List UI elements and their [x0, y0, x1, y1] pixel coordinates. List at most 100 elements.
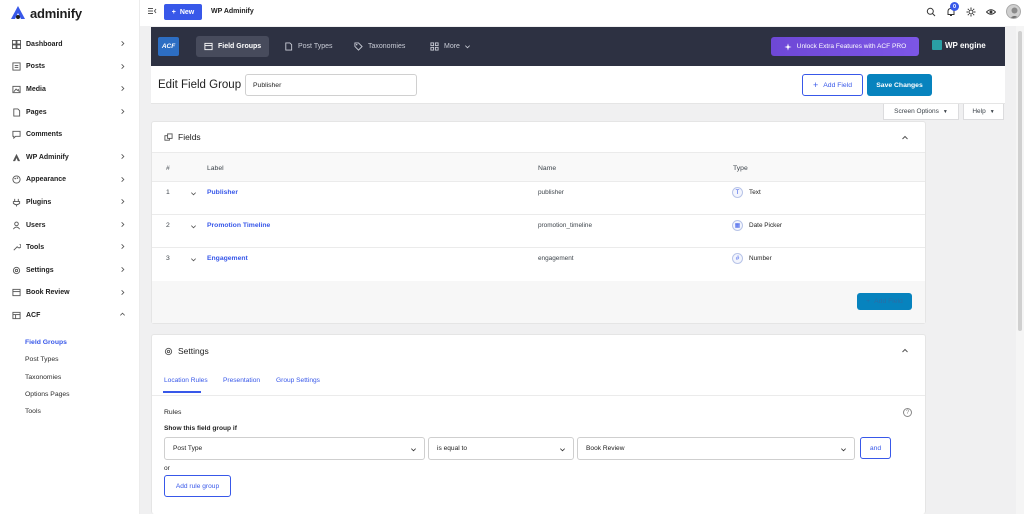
- sidebar-item-dashboard[interactable]: Dashboard: [0, 33, 140, 56]
- page-scrollbar[interactable]: [1016, 26, 1024, 514]
- rule-operator-select[interactable]: is equal to: [428, 437, 574, 460]
- tab-more[interactable]: More: [422, 36, 479, 57]
- field-name: promotion_timeline: [538, 222, 592, 229]
- grid-icon: [430, 42, 439, 51]
- sidebar-item-comments[interactable]: Comments: [0, 123, 140, 146]
- and-button[interactable]: and: [860, 437, 891, 459]
- submenu-item-field-groups[interactable]: Field Groups: [25, 334, 70, 351]
- tab-presentation[interactable]: Presentation: [223, 377, 260, 384]
- chevron-right-icon: [121, 153, 125, 159]
- chevron-right-icon: [121, 41, 125, 46]
- appearance-icon: [12, 175, 21, 184]
- caret-down-icon: ▼: [989, 108, 995, 115]
- chevron-down-icon[interactable]: [190, 256, 197, 263]
- scrollbar-thumb[interactable]: [1018, 31, 1022, 331]
- brand-logo[interactable]: adminify: [10, 4, 82, 22]
- wpengine-text: WP engine: [945, 40, 986, 50]
- help-button[interactable]: Help ▼: [963, 104, 1004, 120]
- dashboard-icon: [12, 39, 21, 49]
- chevron-down-icon: [560, 448, 565, 452]
- column-header-type: Type: [733, 165, 748, 172]
- submenu-item-taxonomies[interactable]: Taxonomies: [25, 369, 70, 386]
- rule-param-select[interactable]: Post Type: [164, 437, 425, 460]
- tools-icon: [13, 244, 21, 251]
- field-label-link[interactable]: Promotion Timeline: [207, 222, 270, 229]
- eye-icon[interactable]: [986, 7, 996, 17]
- settings-panel-title: Settings: [178, 346, 209, 356]
- chevron-up-icon[interactable]: [901, 134, 909, 142]
- chevron-right-icon: [121, 199, 125, 205]
- field-label-link[interactable]: Engagement: [207, 255, 248, 262]
- sidebar-item-acf[interactable]: ACF: [0, 304, 140, 327]
- new-button[interactable]: + New: [164, 4, 202, 20]
- sun-icon[interactable]: [966, 7, 976, 17]
- tab-post-types[interactable]: Post Types: [276, 36, 341, 57]
- rules-subtitle: Show this field group if: [164, 425, 237, 432]
- posts-icon: [12, 62, 21, 71]
- sidebar-item-posts[interactable]: Posts: [0, 56, 140, 79]
- site-name[interactable]: WP Adminify: [211, 8, 254, 15]
- search-icon[interactable]: [926, 7, 936, 17]
- field-label-link[interactable]: Publisher: [207, 189, 238, 196]
- sidebar-item-settings[interactable]: Settings: [0, 259, 140, 282]
- tab-taxonomies[interactable]: Taxonomies: [346, 36, 413, 57]
- acf-logo[interactable]: ACF: [158, 37, 179, 56]
- fields-footer: [152, 281, 925, 323]
- unlock-pro-button[interactable]: Unlock Extra Features with ACF PRO: [771, 37, 919, 56]
- wpengine-logo[interactable]: WP engine: [932, 40, 986, 50]
- tag-icon: [354, 42, 363, 51]
- fields-panel-title: Fields: [178, 132, 201, 142]
- tab-field-groups[interactable]: Field Groups: [196, 36, 270, 57]
- chevron-down-icon[interactable]: [190, 223, 197, 230]
- sidebar-item-users[interactable]: Users: [0, 214, 140, 237]
- fields-panel-header: Fields: [164, 132, 201, 142]
- sidebar-item-media[interactable]: Media: [0, 78, 140, 101]
- chevron-right-icon: [121, 176, 125, 182]
- add-rule-group-button[interactable]: Add rule group: [164, 475, 231, 497]
- chevron-up-icon[interactable]: [901, 347, 909, 355]
- sidebar-item-plugins[interactable]: Plugins: [0, 191, 140, 214]
- collapse-menu-icon[interactable]: [147, 6, 157, 16]
- chevron-right-icon: [121, 108, 125, 114]
- avatar[interactable]: [1006, 4, 1021, 19]
- post-types-icon: [285, 42, 293, 51]
- submenu-item-post-types[interactable]: Post Types: [25, 351, 70, 368]
- plus-icon: +: [866, 298, 871, 305]
- submenu-item-tools[interactable]: Tools: [25, 403, 70, 420]
- sidebar-item-appearance[interactable]: Appearance: [0, 169, 140, 192]
- tab-label: Post Types: [298, 43, 333, 50]
- sidebar-item-label: Appearance: [26, 176, 67, 184]
- save-changes-button[interactable]: Save Changes: [867, 74, 932, 96]
- admin-sidebar: adminify Dashboard Posts Media Pages Com…: [0, 0, 140, 514]
- adminify-logo-icon: [11, 6, 25, 19]
- acf-icon: [12, 311, 21, 320]
- admin-topbar: + New WP Adminify: [140, 0, 1024, 26]
- column-header-label: Label: [207, 165, 224, 172]
- select-value: Book Review: [586, 445, 625, 452]
- add-field-bottom-button[interactable]: + Add Field: [857, 293, 912, 310]
- chevron-down-icon[interactable]: [190, 190, 197, 197]
- submenu-item-options-pages[interactable]: Options Pages: [25, 386, 70, 403]
- sidebar-item-pages[interactable]: Pages: [0, 101, 140, 124]
- adminify-icon: [12, 153, 21, 161]
- row-number: 2: [166, 222, 170, 229]
- sidebar-item-label: Pages: [26, 108, 47, 116]
- help-icon[interactable]: ?: [903, 408, 912, 417]
- number-type-icon: #: [732, 253, 743, 264]
- sidebar-item-book-review[interactable]: Book Review: [0, 282, 140, 305]
- rule-value-select[interactable]: Book Review: [577, 437, 855, 460]
- sidebar-item-label: Media: [26, 85, 46, 93]
- sidebar-item-tools[interactable]: Tools: [0, 236, 140, 259]
- sidebar-item-wp-adminify[interactable]: WP Adminify: [0, 146, 140, 169]
- sidebar-item-label: WP Adminify: [26, 153, 69, 161]
- chevron-right-icon: [121, 266, 125, 272]
- add-field-button[interactable]: + Add Field: [802, 74, 863, 96]
- tab-group-settings[interactable]: Group Settings: [276, 377, 320, 384]
- screen-options-button[interactable]: Screen Options ▼: [883, 104, 959, 120]
- select-value: is equal to: [437, 445, 468, 452]
- tab-label: Field Groups: [218, 43, 262, 50]
- pages-icon: [13, 108, 21, 117]
- tab-location-rules[interactable]: Location Rules: [164, 377, 208, 384]
- plus-icon: +: [171, 8, 176, 16]
- field-group-title-input[interactable]: [245, 74, 417, 96]
